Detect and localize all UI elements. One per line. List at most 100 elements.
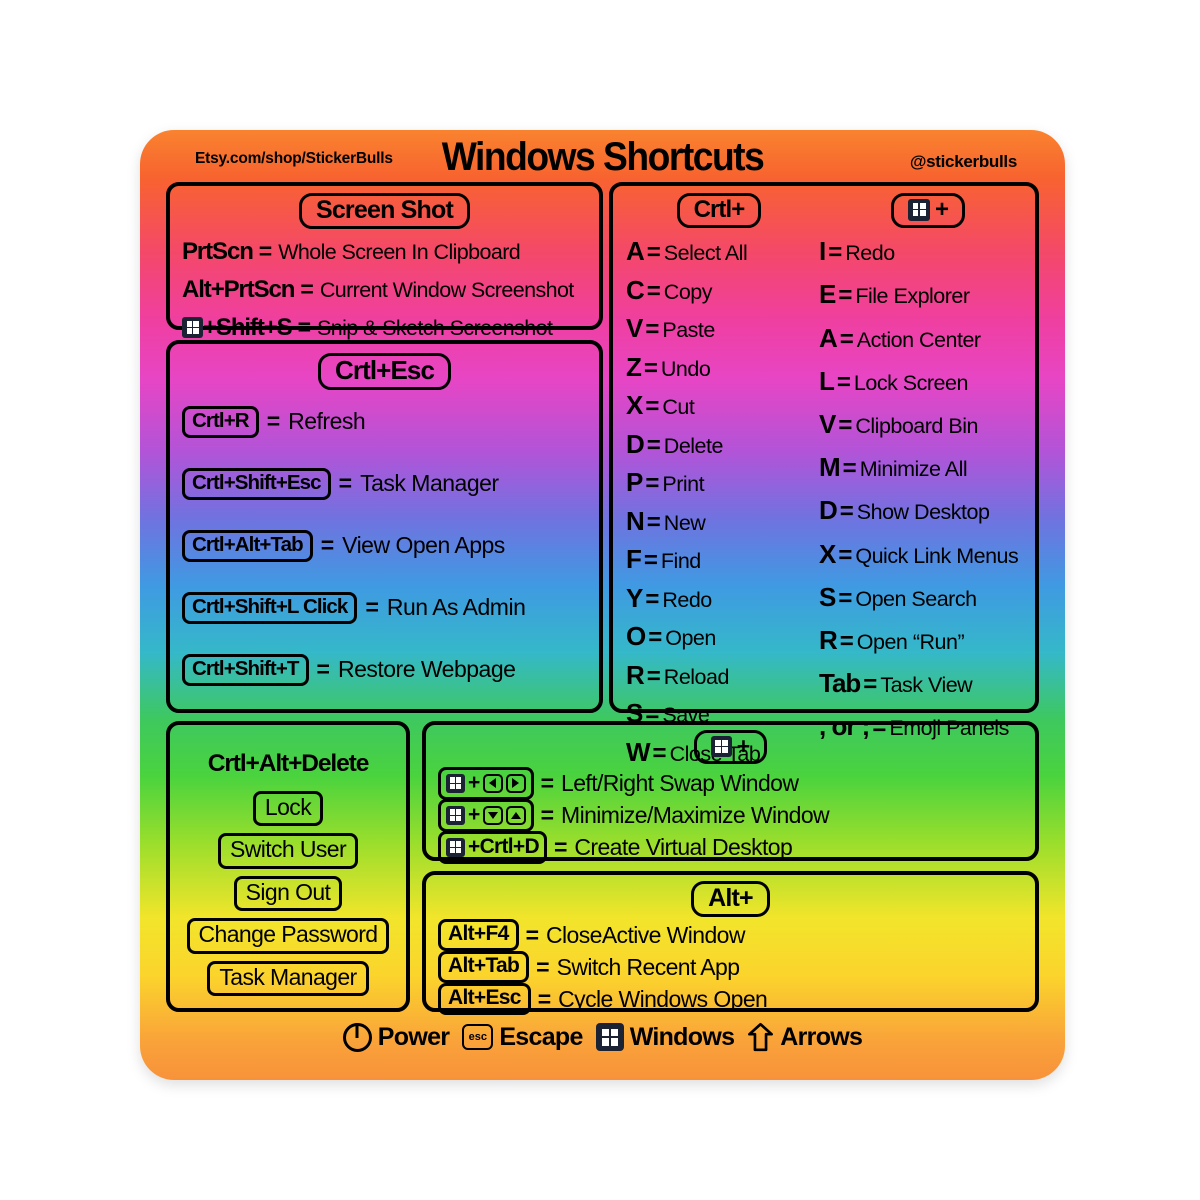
equals-sign: = <box>828 239 843 267</box>
equals-sign: = <box>646 662 661 690</box>
shortcut-key: S <box>819 581 836 612</box>
equals-sign: = <box>540 770 555 797</box>
table-row: V = Clipboard Bin <box>817 409 1039 440</box>
shortcut-action: Clipboard Bin <box>855 413 978 438</box>
arrow-left-key-icon <box>482 773 503 793</box>
shortcut-key: P <box>626 467 643 498</box>
shortcut-key: V <box>626 313 643 344</box>
shortcut-action: Task View <box>880 673 973 698</box>
table-row: E = File Explorer <box>817 279 1039 310</box>
shortcut-key: X <box>819 538 836 569</box>
shortcut-action: Lock Screen <box>853 370 969 395</box>
equals-sign: = <box>537 985 552 1012</box>
chip-label: +Crtl+D <box>468 835 540 858</box>
ctrl-heading: Crtl+ <box>676 193 762 229</box>
sticker-header: Etsy.com/shop/StickerBulls Windows Short… <box>140 130 1065 186</box>
win-row-list: I = Redo E = File Explorer A = Action Center L = Lo… <box>817 236 1039 742</box>
ctrl-esc-heading: Crtl+Esc <box>317 353 452 391</box>
windows-logo-icon <box>446 773 465 793</box>
ctrl-alt-delete-title: Crtl+Alt+Delete <box>207 750 370 777</box>
option-chip[interactable]: Change Password <box>186 918 390 954</box>
shortcut-action: View Open Apps <box>342 532 505 559</box>
table-row: M = Minimize All <box>817 452 1039 483</box>
shortcut-key: Alt+PrtScn <box>182 276 295 303</box>
ctrl-heading-wrap: Crtl+ <box>621 193 817 229</box>
table-row: +Shift+S = Snip & Sketch Screenshot <box>182 314 553 342</box>
windows-logo-icon <box>446 837 465 857</box>
table-row: D = Delete <box>621 429 817 460</box>
equals-sign: = <box>839 627 854 655</box>
win-heading: + <box>890 193 966 229</box>
shortcut-key: R <box>819 624 838 655</box>
table-row: N = New <box>621 506 817 537</box>
legend-item-windows: Windows <box>595 1023 735 1052</box>
shortcut-action: Task Manager <box>360 470 499 497</box>
list-item: Switch User <box>170 826 406 869</box>
table-row: + = Minimize/Maximize Window <box>438 799 830 833</box>
key-chip: Crtl+Shift+T <box>182 654 309 686</box>
shortcut-action: Find <box>660 549 701 574</box>
shortcut-key: X <box>626 390 643 421</box>
windows-shortcuts-sticker: Etsy.com/shop/StickerBulls Windows Short… <box>140 130 1065 1080</box>
option-chip[interactable]: Sign Out <box>233 875 343 912</box>
list-item: Lock <box>170 784 406 827</box>
equals-sign: = <box>646 508 661 536</box>
key-chip: Crtl+Shift+Esc <box>182 468 331 500</box>
screenshot-section: Screen Shot PrtScn = Whole Screen In Clipb… <box>166 182 603 341</box>
shortcut-action: Cut <box>662 395 695 420</box>
table-row: Crtl+Alt+Tab = View Open Apps <box>182 530 505 562</box>
page-title: Windows Shortcuts <box>441 135 765 179</box>
equals-sign: = <box>648 624 663 652</box>
shortcut-action: Current Window Screenshot <box>319 278 574 302</box>
shortcut-key: A <box>626 236 645 267</box>
shortcut-action: Open “Run” <box>856 629 965 654</box>
win-bottom-heading: + <box>693 730 768 765</box>
equals-sign: = <box>320 532 335 559</box>
shortcut-action: Run As Admin <box>386 594 526 621</box>
legend: Power esc Escape Windows Arrows <box>140 1022 1065 1052</box>
equals-sign: = <box>258 238 273 264</box>
equals-sign: = <box>643 547 658 575</box>
alt-heading: Alt+ <box>691 881 770 918</box>
option-chip[interactable]: Switch User <box>217 833 359 869</box>
plus-sign: + <box>468 771 480 794</box>
shortcut-action: New <box>663 510 706 535</box>
shortcut-key: Z <box>626 351 642 382</box>
legend-label: Arrows <box>780 1022 863 1051</box>
shortcut-action: Minimize All <box>859 457 968 482</box>
shortcut-action: Redo <box>662 587 712 612</box>
key-columns-section: Crtl+ A = Select All C = Copy V = Paste Z = Undo X = C… <box>609 182 1039 767</box>
table-row: Alt+PrtScn = Current Window Screenshot <box>182 276 574 304</box>
equals-sign: = <box>540 802 555 829</box>
table-row: Alt+F4 = CloseActive Window <box>438 919 745 952</box>
key-chip: + <box>438 767 534 801</box>
ctrl-row-list: A = Select All C = Copy V = Paste Z = Undo X = Cut D = De… <box>621 236 817 768</box>
shortcut-action: CloseActive Window <box>546 921 745 948</box>
shortcut-action: Action Center <box>856 327 981 352</box>
option-chip[interactable]: Task Manager <box>207 960 369 997</box>
equals-sign: = <box>646 239 661 267</box>
arrow-right-key-icon <box>505 773 526 793</box>
shortcut-key: E <box>819 279 836 310</box>
equals-sign: = <box>525 921 540 948</box>
shortcut-key: D <box>626 428 645 459</box>
shortcut-key: R <box>626 659 645 690</box>
equals-sign: = <box>297 314 311 340</box>
shortcut-action: Whole Screen In Clipboard <box>278 240 521 264</box>
screenshot-heading: Screen Shot <box>298 193 471 230</box>
shortcut-action: Left/Right Swap Window <box>561 770 799 797</box>
key-chip: + <box>438 799 534 833</box>
power-icon <box>342 1022 372 1052</box>
key-chip: Alt+Esc <box>438 983 531 1016</box>
option-chip[interactable]: Lock <box>252 791 324 827</box>
table-row: +Crtl+D = Create Virtual Desktop <box>438 831 793 865</box>
equals-sign: = <box>338 470 353 497</box>
table-row: Tab = Task View <box>817 668 1039 699</box>
shortcut-action: Redo <box>845 241 895 266</box>
table-row: Crtl+Shift+T = Restore Webpage <box>182 654 516 686</box>
equals-sign: = <box>553 834 568 861</box>
shortcut-key: D <box>819 495 838 526</box>
table-row: Y = Redo <box>621 583 817 614</box>
equals-sign: = <box>645 470 660 498</box>
key-chip: Alt+Tab <box>438 951 530 984</box>
